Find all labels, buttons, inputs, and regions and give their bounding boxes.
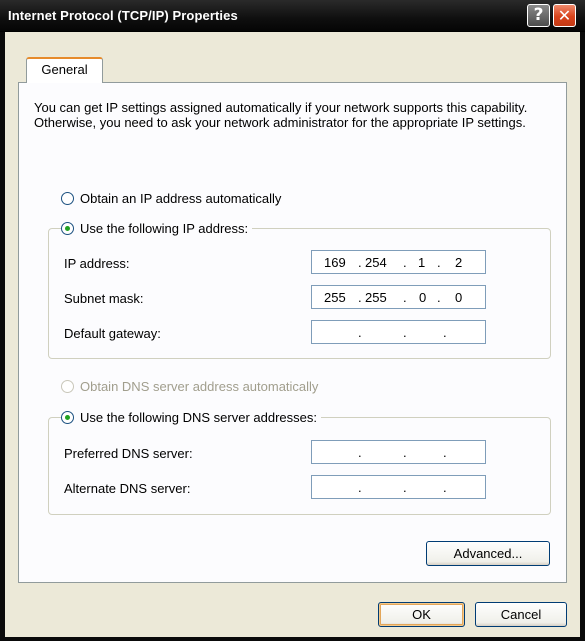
- octet-dot: .: [358, 325, 362, 340]
- close-icon: ✕: [557, 6, 572, 25]
- octet-3: 0: [419, 290, 427, 305]
- cancel-button[interactable]: Cancel: [475, 602, 567, 627]
- dns-auto-radio[interactable]: Obtain DNS server address automatically: [61, 377, 318, 395]
- help-button[interactable]: ?: [527, 4, 550, 27]
- window-title: Internet Protocol (TCP/IP) Properties: [8, 8, 238, 23]
- octet-4: 2: [455, 255, 463, 270]
- octet-dot: .: [403, 255, 407, 270]
- octet-dot: .: [403, 325, 407, 340]
- octet-dot: .: [443, 480, 447, 495]
- octet-dot: .: [358, 445, 362, 460]
- octet-4: 0: [455, 290, 463, 305]
- alternate-dns-label: Alternate DNS server:: [64, 481, 191, 496]
- subnet-mask-input[interactable]: 255 . 255 . 0 . 0: [311, 285, 486, 309]
- advanced-button[interactable]: Advanced...: [426, 541, 550, 566]
- octet-dot: .: [358, 255, 362, 270]
- octet-dot: .: [403, 480, 407, 495]
- radio-disabled-icon: [61, 379, 74, 393]
- dns-manual-label: Use the following DNS server addresses:: [80, 409, 317, 425]
- title-bar[interactable]: Internet Protocol (TCP/IP) Properties ? …: [0, 0, 585, 32]
- octet-dot: .: [437, 290, 441, 305]
- octet-dot: .: [403, 445, 407, 460]
- subnet-mask-label: Subnet mask:: [64, 291, 144, 306]
- octet-dot: .: [358, 480, 362, 495]
- window-frame-bottom: [0, 637, 585, 641]
- dialog-window: Internet Protocol (TCP/IP) Properties ? …: [0, 0, 585, 641]
- octet-dot: .: [358, 290, 362, 305]
- dns-manual-radio[interactable]: Use the following DNS server addresses:: [61, 408, 321, 426]
- octet-2: 255: [365, 290, 387, 305]
- preferred-dns-label: Preferred DNS server:: [64, 446, 193, 461]
- ip-auto-label: Obtain an IP address automatically: [80, 190, 282, 206]
- window-frame-left: [0, 32, 5, 641]
- ip-address-input[interactable]: 169 . 254 . 1 . 2: [311, 250, 486, 274]
- octet-3: 1: [418, 255, 426, 270]
- octet-dot: .: [403, 290, 407, 305]
- octet-dot: .: [443, 445, 447, 460]
- octet-1: 169: [324, 255, 346, 270]
- window-frame-right: [580, 32, 585, 641]
- alternate-dns-input[interactable]: . . .: [311, 475, 486, 499]
- ip-manual-label: Use the following IP address:: [80, 220, 249, 236]
- help-icon: ?: [533, 5, 544, 25]
- close-button[interactable]: ✕: [553, 4, 576, 27]
- tab-general[interactable]: General: [26, 57, 103, 83]
- ip-address-label: IP address:: [64, 256, 130, 271]
- octet-dot: .: [437, 255, 441, 270]
- octet-2: 254: [365, 255, 387, 270]
- octet-dot: .: [443, 325, 447, 340]
- radio-checked-icon: [61, 410, 74, 424]
- dns-auto-label: Obtain DNS server address automatically: [80, 378, 319, 394]
- default-gateway-label: Default gateway:: [64, 326, 161, 341]
- preferred-dns-input[interactable]: . . .: [311, 440, 486, 464]
- radio-checked-icon: [61, 221, 74, 235]
- ok-button[interactable]: OK: [378, 602, 465, 627]
- dns-groupbox: [48, 417, 551, 515]
- radio-icon: [61, 191, 74, 205]
- intro-text: You can get IP settings assigned automat…: [34, 100, 528, 130]
- ip-manual-radio[interactable]: Use the following IP address:: [61, 219, 253, 237]
- default-gateway-input[interactable]: . . .: [311, 320, 486, 344]
- octet-1: 255: [324, 290, 346, 305]
- ip-auto-radio[interactable]: Obtain an IP address automatically: [61, 189, 281, 207]
